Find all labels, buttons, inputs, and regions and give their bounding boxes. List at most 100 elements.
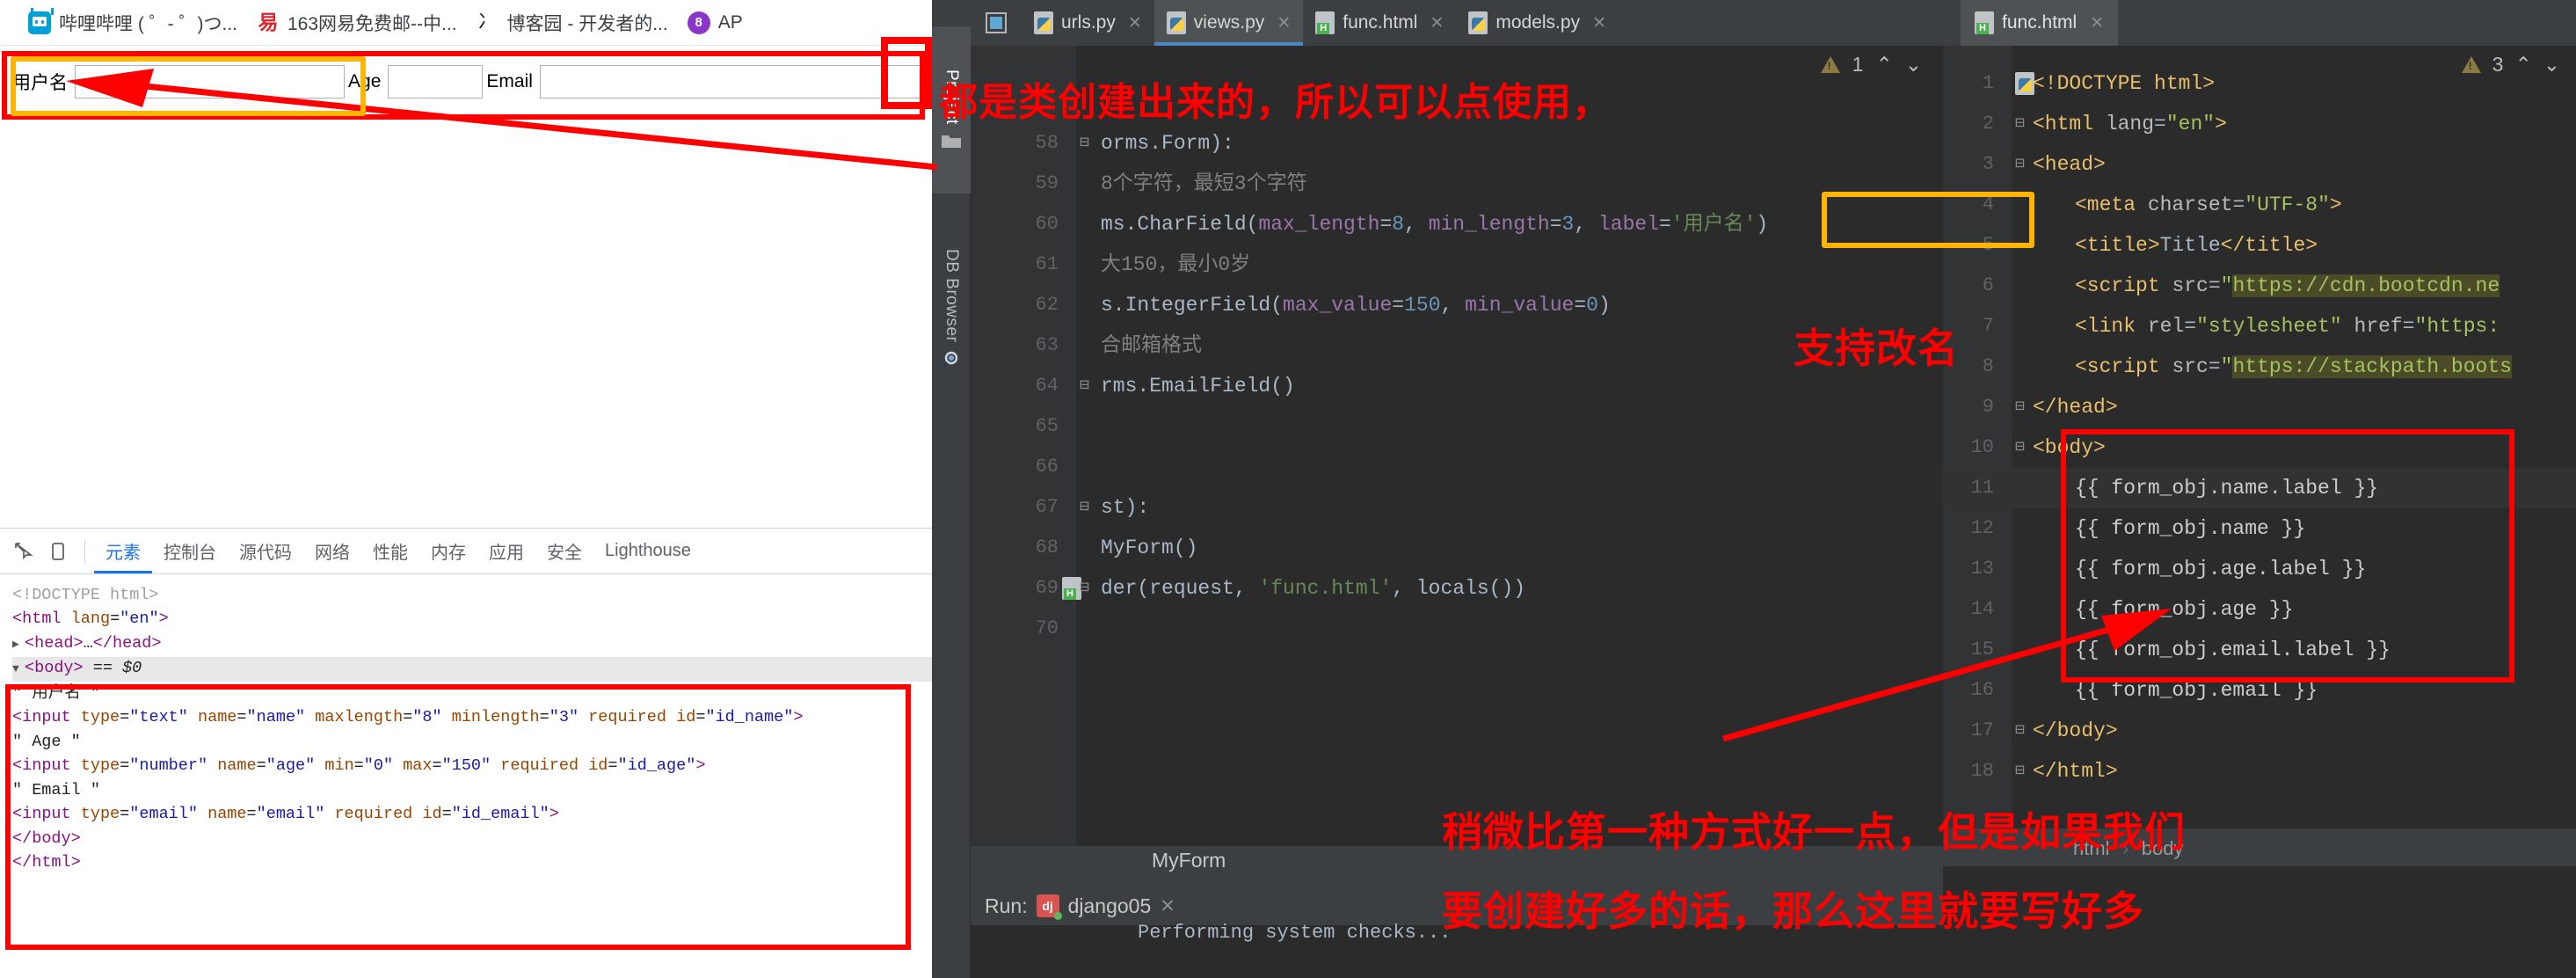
dom-line[interactable]: " 用户名 "	[12, 682, 932, 706]
code-line[interactable]: 9 ⊟ </head>	[1943, 387, 2576, 427]
func-html-code-area[interactable]: 3 ⌃ ⌄ 1 <!DOCTYPE html> 2 ⊟ <html lang="…	[1943, 46, 2576, 828]
editor-tab-urls-py[interactable]: urls.py ✕	[1022, 0, 1154, 46]
code-line[interactable]: 6 <script src="https://cdn.bootcdn.ne	[1943, 266, 2576, 306]
fold-icon[interactable]: ⊟	[2015, 387, 2025, 427]
fold-icon[interactable]: ⊟	[1080, 568, 1089, 609]
code-line[interactable]: 62 s.IntegerField(max_value=150, min_val…	[971, 285, 1943, 325]
fold-icon[interactable]: ⊟	[2015, 751, 2025, 792]
devtools-tab-security[interactable]: 安全	[535, 529, 593, 573]
dom-line[interactable]: </body>	[12, 827, 932, 851]
dom-line[interactable]: " Email "	[12, 778, 932, 803]
devtools-tab-sources[interactable]: 源代码	[228, 529, 303, 573]
code-line[interactable]: 64 ⊟ rms.EmailField()	[971, 366, 1943, 406]
dom-line[interactable]: <input type="text" name="name" maxlength…	[12, 706, 932, 731]
code-line[interactable]: 69 ⊟ der(request, 'func.html', locals())	[971, 568, 1943, 609]
sidebar-item-project[interactable]: Project	[932, 26, 971, 193]
divider	[84, 539, 85, 563]
dom-line[interactable]: <input type="number" name="age" min="0" …	[12, 755, 932, 779]
devtools-tab-lighthouse[interactable]: Lighthouse	[593, 529, 702, 573]
views-py-editor[interactable]: 1 ⌃ ⌄ 58 ⊟ orms.Form): 59 8个字符，最短3个字符 60…	[971, 46, 1943, 846]
close-icon[interactable]: ✕	[2090, 13, 2104, 33]
editor-tab-func-html-right[interactable]: func.html ✕	[1961, 0, 2119, 46]
code-line[interactable]: 10 ⊟ <body>	[1943, 427, 2576, 468]
fold-icon[interactable]: ⊟	[2015, 144, 2025, 185]
code-line[interactable]: 70	[971, 609, 1943, 649]
line-number: 16	[1970, 679, 1994, 701]
breadcrumb-html[interactable]: html	[2073, 837, 2110, 859]
dom-line-body-selected[interactable]: ▼ <body> == $0	[12, 656, 932, 682]
structure-item-myform[interactable]: MyForm	[1152, 849, 1226, 872]
age-input[interactable]	[388, 65, 484, 99]
sidebar-item-db-browser[interactable]: DB Browser	[932, 204, 971, 413]
dom-line[interactable]: " Age "	[12, 730, 932, 755]
code-text: </head>	[2033, 396, 2118, 419]
inspection-widget[interactable]: 1 ⌃ ⌄	[1820, 53, 1922, 77]
devtools-tab-application[interactable]: 应用	[477, 529, 535, 573]
fold-icon[interactable]: ⊟	[2015, 427, 2025, 468]
editor-tab-models-py[interactable]: models.py ✕	[1456, 0, 1619, 46]
bookmark-163-mail[interactable]: 易 163网易免费邮--中...	[251, 5, 471, 40]
fold-icon[interactable]: ⊟	[2015, 104, 2025, 144]
code-line[interactable]: 17 ⊟ </body>	[1943, 711, 2576, 751]
devtools-tab-network[interactable]: 网络	[303, 529, 361, 573]
code-line[interactable]: 63 合邮箱格式	[971, 325, 1943, 366]
code-line[interactable]: 14 {{ form_obj.age }}	[1943, 589, 2576, 630]
dom-line[interactable]: <input type="email" name="email" require…	[12, 803, 932, 828]
close-icon[interactable]: ✕	[1430, 13, 1444, 33]
fold-icon[interactable]: ⊟	[1080, 487, 1089, 528]
code-line[interactable]: 1 <!DOCTYPE html>	[1943, 63, 2576, 104]
breadcrumb-body[interactable]: body	[2142, 837, 2184, 859]
close-icon[interactable]: ✕	[1160, 895, 1175, 917]
code-line[interactable]: 58 ⊟ orms.Form):	[971, 123, 1943, 164]
dom-line[interactable]: <html lang="en">	[12, 608, 932, 632]
run-config-name[interactable]: django05	[1068, 894, 1152, 918]
fold-icon[interactable]: ⊟	[1080, 366, 1089, 406]
code-line[interactable]: 18 ⊟ </html>	[1943, 751, 2576, 792]
code-line[interactable]: 3 ⊟ <head>	[1943, 144, 2576, 185]
close-icon[interactable]: ✕	[1277, 13, 1291, 33]
chevron-down-icon[interactable]: ⌄	[1905, 53, 1922, 77]
dom-line[interactable]: </html>	[12, 851, 932, 876]
code-line[interactable]: 59 8个字符，最短3个字符	[971, 164, 1943, 204]
code-line[interactable]: 8 <script src="https://stackpath.boots	[1943, 347, 2576, 387]
code-line[interactable]: 11 {{ form_obj.name.label }}	[1943, 468, 2576, 508]
device-toolbar-icon[interactable]	[40, 536, 76, 567]
line-number: 13	[1970, 558, 1994, 580]
editor-tab-func-html[interactable]: func.html ✕	[1303, 0, 1456, 46]
devtools-tab-memory[interactable]: 内存	[419, 529, 477, 573]
devtools-tab-elements[interactable]: 元素	[94, 529, 152, 573]
project-view-icon[interactable]	[971, 0, 1022, 46]
email-input[interactable]	[539, 65, 932, 99]
code-line[interactable]: 16 {{ form_obj.email }}	[1943, 670, 2576, 711]
close-icon[interactable]: ✕	[1592, 13, 1606, 33]
devtools-tab-performance[interactable]: 性能	[361, 529, 419, 573]
code-line[interactable]: 61 大150，最小0岁	[971, 244, 1943, 285]
dom-line[interactable]: <!DOCTYPE html>	[12, 583, 932, 608]
code-line[interactable]: 5 <title>Title</title>	[1943, 225, 2576, 266]
dom-line[interactable]: ▶ <head>…</head>	[12, 631, 932, 657]
bookmark-api[interactable]: 8 AP	[682, 5, 757, 40]
bookmark-cnblogs[interactable]: 冫 博客园 - 开发者的...	[471, 5, 682, 40]
name-input[interactable]	[75, 65, 346, 99]
close-icon[interactable]: ✕	[1128, 13, 1142, 33]
python-file-icon	[1034, 11, 1053, 34]
code-line[interactable]: 4 <meta charset="UTF-8">	[1943, 185, 2576, 225]
code-line[interactable]: 7 <link rel="stylesheet" href="https:	[1943, 306, 2576, 347]
inspect-element-icon[interactable]	[5, 536, 40, 567]
name-field-label: 用户名	[12, 73, 68, 93]
chevron-up-icon[interactable]: ⌃	[1875, 53, 1892, 77]
fold-icon[interactable]: ⊟	[2015, 711, 2025, 751]
code-line[interactable]: 66	[971, 447, 1943, 487]
code-line[interactable]: 15 {{ form_obj.email.label }}	[1943, 630, 2576, 670]
fold-icon[interactable]: ⊟	[1080, 123, 1089, 164]
code-line[interactable]: 67 ⊟ st):	[971, 487, 1943, 528]
code-line[interactable]: 68 MyForm()	[971, 528, 1943, 568]
code-line[interactable]: 13 {{ form_obj.age.label }}	[1943, 549, 2576, 589]
devtools-tab-console[interactable]: 控制台	[152, 529, 228, 573]
bookmark-bilibili[interactable]: 哔哩哔哩 ( ゜- ゜)つ...	[23, 5, 251, 40]
code-line[interactable]: 2 ⊟ <html lang="en">	[1943, 104, 2576, 144]
editor-tab-views-py[interactable]: views.py ✕	[1153, 0, 1304, 46]
code-line[interactable]: 12 {{ form_obj.name }}	[1943, 508, 2576, 549]
code-line[interactable]: 60 ms.CharField(max_length=8, min_length…	[971, 204, 1943, 244]
code-line[interactable]: 65	[971, 406, 1943, 447]
